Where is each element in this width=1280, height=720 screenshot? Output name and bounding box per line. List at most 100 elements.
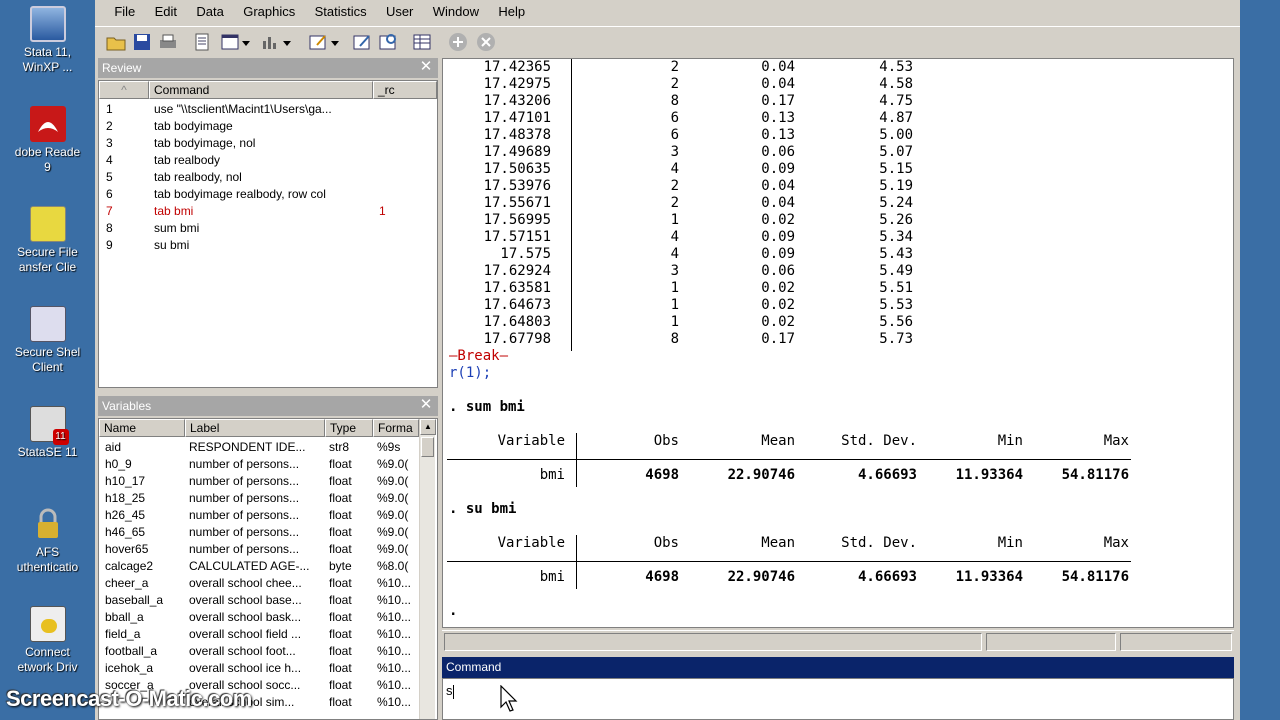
variable-label: RESPONDENT IDE... xyxy=(189,440,306,454)
review-col-command[interactable]: Command xyxy=(149,81,373,99)
review-row[interactable]: 1 use "\\tsclient\Macint1\Users\ga... xyxy=(99,101,437,118)
variables-col-format[interactable]: Forma xyxy=(373,419,419,437)
review-row[interactable]: 6 tab bodyimage realbody, row col xyxy=(99,186,437,203)
variables-manager-icon[interactable] xyxy=(411,31,433,53)
chevron-down-icon[interactable] xyxy=(242,36,250,46)
sum-max: 54.81176 xyxy=(1061,569,1129,585)
variable-row[interactable]: calcage2 CALCULATED AGE-... byte %8.0( xyxy=(99,558,437,575)
status-pane-right xyxy=(1120,633,1232,651)
tab-freq: 1 xyxy=(670,297,679,313)
tab-freq: 4 xyxy=(670,229,679,245)
review-row[interactable]: 3 tab bodyimage, nol xyxy=(99,135,437,152)
status-pane-mid xyxy=(986,633,1116,651)
save-disk-icon[interactable] xyxy=(131,31,153,53)
do-file-editor-icon[interactable] xyxy=(307,31,329,53)
variable-row[interactable]: field_a overall school field ... float %10.… xyxy=(99,626,437,643)
afs-auth-shortcut[interactable]: AFS uthenticatio xyxy=(0,506,95,575)
pdf-icon xyxy=(29,106,66,142)
sum-header-obs: Obs xyxy=(653,535,679,551)
tab-freq: 8 xyxy=(670,331,679,347)
variable-row[interactable]: h18_25 number of persons... float %9.0( xyxy=(99,490,437,507)
adobe-reader-shortcut[interactable]: dobe Reade 9 xyxy=(0,106,95,175)
review-row[interactable]: 2 tab bodyimage xyxy=(99,118,437,135)
variable-name: bball_a xyxy=(105,610,144,624)
variable-label: number of persons... xyxy=(189,457,300,471)
variable-row[interactable]: h0_9 number of persons... float %9.0( xyxy=(99,456,437,473)
menu-window[interactable]: Window xyxy=(425,0,487,24)
scroll-up-icon[interactable]: ▲ xyxy=(420,419,436,435)
menu-graphics[interactable]: Graphics xyxy=(235,0,303,24)
command-echo-su: . su bmi xyxy=(449,501,517,517)
sum-header-max: Max xyxy=(1103,433,1129,449)
tab-percent: 0.02 xyxy=(761,314,795,330)
menu-file[interactable]: File xyxy=(106,0,143,24)
viewer-icon[interactable] xyxy=(219,31,241,53)
review-row[interactable]: 7 tab bmi 1 xyxy=(99,203,437,220)
review-col-rc[interactable]: _rc xyxy=(373,81,437,99)
connect-network-drive-shortcut[interactable]: Connect etwork Driv xyxy=(0,606,95,675)
variable-row[interactable]: bball_a overall school bask... float %10... xyxy=(99,609,437,626)
variable-row[interactable]: h10_17 number of persons... float %9.0( xyxy=(99,473,437,490)
statase-shortcut[interactable]: 11 StataSE 11 xyxy=(0,406,95,460)
scroll-thumb[interactable] xyxy=(421,437,434,457)
menu-edit[interactable]: Edit xyxy=(147,0,185,24)
desktop-icon-label: dobe Reade 9 xyxy=(14,145,81,174)
review-row-command: tab realbody, nol xyxy=(154,170,242,184)
secure-shell-shortcut[interactable]: Secure Shel Client xyxy=(0,306,95,375)
data-browser-icon[interactable] xyxy=(377,31,399,53)
open-folder-icon[interactable] xyxy=(105,31,127,53)
review-row[interactable]: 9 su bmi xyxy=(99,237,437,254)
review-row[interactable]: 4 tab realbody xyxy=(99,152,437,169)
review-row[interactable]: 5 tab realbody, nol xyxy=(99,169,437,186)
variable-type: float xyxy=(329,508,352,522)
close-icon[interactable]: ✕ xyxy=(418,59,434,75)
variable-row[interactable]: h26_45 number of persons... float %9.0( xyxy=(99,507,437,524)
close-icon[interactable]: ✕ xyxy=(418,397,434,413)
mouse-pointer-icon xyxy=(500,685,518,712)
tab-bmi-value: 17.50635 xyxy=(483,161,551,177)
variable-row[interactable]: hover65 number of persons... float %9.0( xyxy=(99,541,437,558)
screencast-watermark: Screencast-O-Matic.com xyxy=(6,686,252,711)
tab-cum: 5.73 xyxy=(879,331,913,347)
variable-row[interactable]: baseball_a overall school base... float %10… xyxy=(99,592,437,609)
review-row[interactable]: 8 sum bmi xyxy=(99,220,437,237)
variable-type: float xyxy=(329,474,352,488)
desktop-icon-label: Secure Shel Client xyxy=(14,345,81,374)
menu-user[interactable]: User xyxy=(378,0,421,24)
tab-cum: 5.15 xyxy=(879,161,913,177)
tab-bmi-value: 17.57151 xyxy=(483,229,551,245)
tab-bmi-value: 17.49689 xyxy=(483,144,551,160)
chevron-down-icon[interactable] xyxy=(283,36,291,46)
log-icon[interactable] xyxy=(191,31,213,53)
menu-statistics[interactable]: Statistics xyxy=(307,0,375,24)
variable-name: baseball_a xyxy=(105,593,164,607)
secure-file-transfer-shortcut[interactable]: Secure File ansfer Clie xyxy=(0,206,95,275)
variable-row[interactable]: icehok_a overall school ice h... float %10.… xyxy=(99,660,437,677)
variable-name: h10_17 xyxy=(105,474,146,488)
stata-winxp-shortcut[interactable]: Stata 11, WinXP ... xyxy=(0,6,95,75)
variable-row[interactable]: aid RESPONDENT IDE... str8 %9s xyxy=(99,439,437,456)
graph-icon[interactable] xyxy=(259,31,281,53)
variables-scrollbar[interactable]: ▲ xyxy=(419,419,436,719)
data-editor-icon[interactable] xyxy=(351,31,373,53)
tab-percent: 0.09 xyxy=(761,161,795,177)
review-row-number: 2 xyxy=(106,119,113,133)
tab-freq: 4 xyxy=(670,161,679,177)
menu-data[interactable]: Data xyxy=(188,0,231,24)
command-input[interactable]: s xyxy=(442,678,1234,720)
variable-row[interactable]: cheer_a overall school chee... float %10... xyxy=(99,575,437,592)
variables-col-type[interactable]: Type xyxy=(325,419,373,437)
variables-col-label[interactable]: Label xyxy=(185,419,325,437)
return-code: r(1); xyxy=(449,365,492,381)
variables-col-name[interactable]: Name xyxy=(99,419,185,437)
tab-bmi-value: 17.42365 xyxy=(483,59,551,75)
variable-row[interactable]: h46_65 number of persons... float %9.0( xyxy=(99,524,437,541)
tab-freq: 2 xyxy=(670,178,679,194)
print-icon[interactable] xyxy=(157,31,179,53)
review-col-number[interactable]: ^ xyxy=(99,81,149,99)
variable-row[interactable]: football_a overall school foot... float %10… xyxy=(99,643,437,660)
menu-help[interactable]: Help xyxy=(490,0,533,24)
tab-bmi-value: 17.64803 xyxy=(483,314,551,330)
variable-type: float xyxy=(329,644,352,658)
chevron-down-icon[interactable] xyxy=(331,36,339,46)
